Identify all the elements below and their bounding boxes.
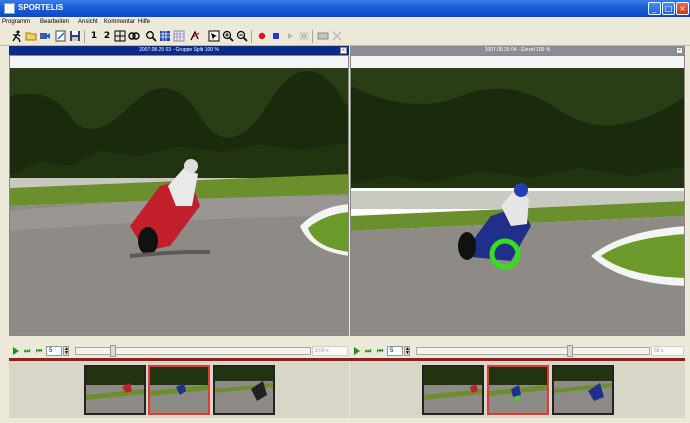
right-frame-step-spinner[interactable]: ▲ ▼ — [404, 346, 410, 356]
left-thumbnail-1[interactable] — [84, 365, 146, 415]
app-icon — [4, 3, 15, 14]
table-icon[interactable] — [173, 30, 185, 42]
left-step-end-icon[interactable]: ⏭ — [24, 347, 31, 355]
left-video-frame — [10, 56, 348, 335]
marker-icon[interactable] — [298, 30, 310, 42]
runner-icon[interactable] — [11, 30, 23, 43]
menu-bar: Programm Bearbeiten Ansicht Kommentar Hi… — [0, 17, 690, 27]
left-time-display: 2,04 s — [312, 346, 348, 356]
search-icon[interactable] — [145, 30, 157, 42]
right-video-view[interactable] — [350, 55, 685, 336]
right-thumbnail-1[interactable] — [422, 365, 484, 415]
close-button[interactable]: × — [676, 2, 689, 15]
right-video-frame — [351, 56, 684, 335]
menu-kommentar[interactable]: Kommentar — [104, 19, 135, 25]
tools-icon[interactable] — [317, 30, 329, 42]
left-thumbnail-2-selected[interactable] — [148, 365, 210, 415]
right-step-end-icon[interactable]: ⏭ — [365, 347, 372, 355]
right-panel-caption: 2007.08.25 04 - Einzel 100 % × — [350, 46, 685, 55]
left-playback-controls: ⏭ ⏮ 5 ▲ ▼ 2,04 s — [9, 344, 349, 358]
cut-icon[interactable] — [331, 30, 343, 42]
record-icon[interactable] — [256, 30, 268, 42]
menu-bearbeiten[interactable]: Bearbeiten — [40, 19, 69, 25]
maximize-button[interactable]: □ — [662, 2, 675, 15]
play-icon[interactable] — [284, 30, 296, 42]
right-play-icon[interactable] — [354, 347, 360, 355]
right-thumbnail-3[interactable] — [552, 365, 614, 415]
window-title: SPORTELIS — [18, 3, 64, 12]
folder-icon[interactable] — [25, 30, 37, 42]
rings-icon[interactable] — [128, 30, 140, 42]
zoom-in-icon[interactable] — [222, 30, 234, 42]
right-playback-controls: ⏭ ⏮ 5 ▲ ▼ 58 s — [350, 344, 685, 358]
left-slider-thumb[interactable] — [110, 345, 116, 357]
pointer-icon[interactable] — [208, 30, 220, 42]
title-bar: SPORTELIS _ □ × — [0, 0, 690, 17]
edit-icon[interactable] — [55, 30, 67, 42]
right-panel-close-button[interactable]: × — [676, 47, 683, 54]
menu-hilfe[interactable]: Hilfe — [138, 19, 150, 25]
zoom-out-icon[interactable] — [236, 30, 248, 42]
left-video-view[interactable] — [9, 55, 349, 336]
toolbar: 1 2 — [0, 27, 690, 46]
stop-icon[interactable] — [270, 30, 282, 42]
left-panel-caption: 2007.08.25 03 - Gruppe Split 100 % × — [9, 46, 349, 55]
right-caption-text: 2007.08.25 04 - Einzel 100 % — [484, 47, 551, 53]
right-frame-step-input[interactable]: 5 — [387, 346, 403, 356]
save-icon[interactable] — [69, 30, 81, 42]
minimize-button[interactable]: _ — [648, 2, 661, 15]
draw-icon[interactable] — [189, 30, 201, 42]
right-step-back-icon[interactable]: ⏮ — [377, 347, 384, 355]
left-panel-close-button[interactable]: × — [340, 47, 347, 54]
view-one-button[interactable]: 1 — [88, 30, 100, 42]
view-two-button[interactable]: 2 — [101, 30, 113, 42]
left-step-back-icon[interactable]: ⏮ — [36, 347, 43, 355]
menu-programm[interactable]: Programm — [2, 19, 30, 25]
left-timeline-slider[interactable] — [75, 345, 311, 357]
left-play-icon[interactable] — [13, 347, 19, 355]
right-slider-thumb[interactable] — [567, 345, 573, 357]
menu-ansicht[interactable]: Ansicht — [78, 19, 98, 25]
status-bar — [0, 418, 690, 423]
left-caption-text: 2007.08.25 03 - Gruppe Split 100 % — [139, 47, 219, 53]
left-thumbnail-3[interactable] — [213, 365, 275, 415]
right-time-display: 58 s — [651, 346, 684, 356]
right-thumbnail-2-selected[interactable] — [487, 365, 549, 415]
record-video-icon[interactable] — [39, 30, 51, 42]
layout-icon[interactable] — [159, 30, 171, 42]
left-frame-step-input[interactable]: 5 — [46, 346, 62, 356]
right-timeline-slider[interactable] — [416, 345, 650, 357]
left-frame-step-spinner[interactable]: ▲ ▼ — [63, 346, 69, 356]
grid-icon[interactable] — [114, 30, 126, 42]
